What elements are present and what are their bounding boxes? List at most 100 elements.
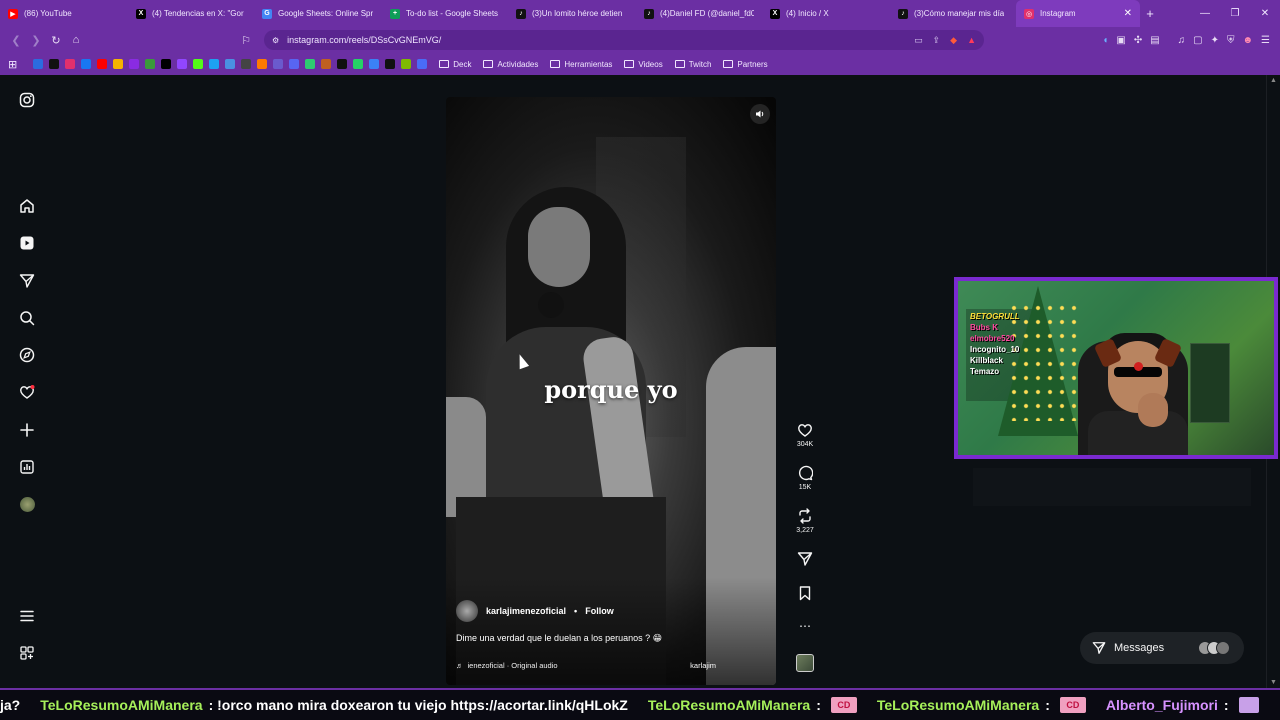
share-icon[interactable]: ⇪ [933,35,941,46]
bookmark-favicon-icon[interactable] [417,59,428,69]
bookmark-favicon-icon[interactable] [385,59,396,69]
close-tab-icon[interactable]: ✕ [1124,8,1132,19]
mute-button[interactable] [750,104,770,124]
save-button[interactable] [790,585,820,601]
profile-icon[interactable]: ☻ [1243,35,1254,46]
bookmark-favicon-icon[interactable] [177,59,188,69]
bookmark-favicon-icon[interactable] [161,59,172,69]
bookmark-folder[interactable]: Herramientas [550,60,612,69]
wallet-icon[interactable]: ▢ [1193,35,1202,46]
browser-tab[interactable]: ▶ (86) YouTube [0,0,128,27]
site-info-icon[interactable]: ⚙ [272,36,279,45]
browser-tab[interactable]: ◎ Instagram ✕ [1016,0,1140,27]
share-button[interactable] [790,551,820,567]
close-window-icon[interactable]: ✕ [1250,8,1280,19]
repost-button[interactable]: 3,227 [790,508,820,534]
notifications-heart-icon[interactable] [17,382,37,402]
puzzle-icon[interactable]: ✣ [1134,35,1142,46]
minimize-icon[interactable]: — [1190,8,1220,19]
bookmark-folder[interactable]: Partners [723,60,768,69]
music-icon[interactable]: ♫ [1178,35,1186,46]
browser-tab[interactable]: ♪ (4)Daniel FD (@daniel_fd0 [636,0,762,27]
bookmark-favicon-icon[interactable] [129,59,140,69]
home-nav-icon[interactable] [17,196,37,216]
reel-description[interactable]: Dime una verdad que le duelan a los peru… [456,633,662,644]
scroll-down-icon[interactable]: ▼ [1270,679,1277,686]
brave-shield-icon[interactable]: ◆ [950,35,957,46]
extension-icon[interactable]: ◖ [1102,35,1108,46]
window-controls: — ❐ ✕ [1190,8,1280,19]
profile-avatar-icon[interactable] [17,494,37,514]
cast-icon[interactable]: ▭ [914,35,923,46]
audio-label[interactable]: ienezoficial · Original audio [468,661,558,670]
bookmark-favicon-icon[interactable] [209,59,220,69]
reel-video[interactable]: porque yo karlajimenezoficial • Follow D… [446,97,776,685]
bookmark-favicon-icon[interactable] [337,59,348,69]
browser-tab[interactable]: + To-do list - Google Sheets [382,0,508,27]
browser-tab[interactable]: X (4) Tendencias en X: "Gor [128,0,254,27]
audio-thumbnail[interactable] [796,654,814,672]
bookmark-favicon-icon[interactable] [305,59,316,69]
bookmark-favicon-icon[interactable] [145,59,156,69]
bookmark-favicon-icon[interactable] [49,59,60,69]
back-icon[interactable]: ❮ [6,34,26,47]
bookmark-favicon-icon[interactable] [257,59,268,69]
bookmark-folder[interactable]: Videos [624,60,663,69]
menu-icon[interactable]: ☰ [1261,35,1270,46]
bookmark-favicon-icon[interactable] [401,59,412,69]
bookmark-favicon-icon[interactable] [65,59,76,69]
also-from-meta-icon[interactable] [17,643,37,663]
bookmark-favicon-icon[interactable] [81,59,92,69]
browser-tab[interactable]: G Google Sheets: Online Spr [254,0,382,27]
extension-icon[interactable]: ▣ [1116,35,1125,46]
direct-nav-icon[interactable] [17,271,37,291]
video-figure [538,292,564,318]
browser-tab[interactable]: ♪ (3)Cómo manejar mis día [890,0,1016,27]
bookmark-favicon-icon[interactable] [289,59,300,69]
audio-row[interactable]: ♬ ienezoficial · Original audio karlajim [456,657,766,673]
bookmark-favicon-icon[interactable] [97,59,108,69]
bookmark-folder[interactable]: Twitch [674,60,711,69]
bookmark-favicon-icon[interactable] [273,59,284,69]
leo-icon[interactable]: ✦ [1211,35,1219,46]
more-menu-icon[interactable] [17,606,37,626]
reels-nav-icon[interactable] [17,233,37,253]
bookmark-favicon-icon[interactable] [225,59,236,69]
new-tab-icon[interactable]: + [1140,6,1160,21]
sidebar-icon[interactable]: ▤ [1150,35,1159,46]
tagged-user[interactable]: karlajim [690,661,766,670]
apps-grid-icon[interactable]: ⊞ [8,58,17,71]
url-field[interactable]: ⚙ instagram.com/reels/DSsCvGNEmVG/ ▭ ⇪ ◆… [264,30,984,50]
forward-icon[interactable]: ❯ [26,34,46,47]
bookmark-favicon-icon[interactable] [321,59,332,69]
vpn-icon[interactable]: ⛨ [1227,35,1235,46]
scroll-up-icon[interactable]: ▲ [1270,77,1277,84]
brave-rewards-icon[interactable]: ▲ [967,35,976,46]
author-avatar[interactable] [456,600,478,622]
bookmark-page-icon[interactable]: ⚐ [236,34,256,47]
bookmark-favicon-icon[interactable] [353,59,364,69]
browser-tab[interactable]: ♪ (3)Un lomito héroe detien [508,0,636,27]
bookmark-favicon-icon[interactable] [241,59,252,69]
bookmark-favicon-icon[interactable] [193,59,204,69]
restore-icon[interactable]: ❐ [1220,8,1250,19]
bookmark-folder[interactable]: Deck [439,60,471,69]
reload-icon[interactable]: ↻ [46,34,66,47]
home-icon[interactable]: ⌂ [66,34,86,46]
like-button[interactable]: 304K [790,422,820,448]
dashboard-icon[interactable] [17,457,37,477]
bookmark-favicon-icon[interactable] [33,59,44,69]
bookmark-favicon-icon[interactable] [113,59,124,69]
explore-icon[interactable] [17,345,37,365]
search-icon[interactable] [17,308,37,328]
comment-button[interactable]: 15K [790,465,820,491]
messages-button[interactable]: Messages [1080,632,1244,664]
instagram-logo-icon[interactable] [17,90,37,110]
create-plus-icon[interactable] [17,420,37,440]
follow-button[interactable]: Follow [585,606,614,616]
browser-tab[interactable]: X (4) Inicio / X [762,0,890,27]
bookmark-folder[interactable]: Actividades [483,60,538,69]
more-options-icon[interactable]: ⋯ [790,619,820,633]
author-name[interactable]: karlajimenezoficial [486,606,566,616]
bookmark-favicon-icon[interactable] [369,59,380,69]
